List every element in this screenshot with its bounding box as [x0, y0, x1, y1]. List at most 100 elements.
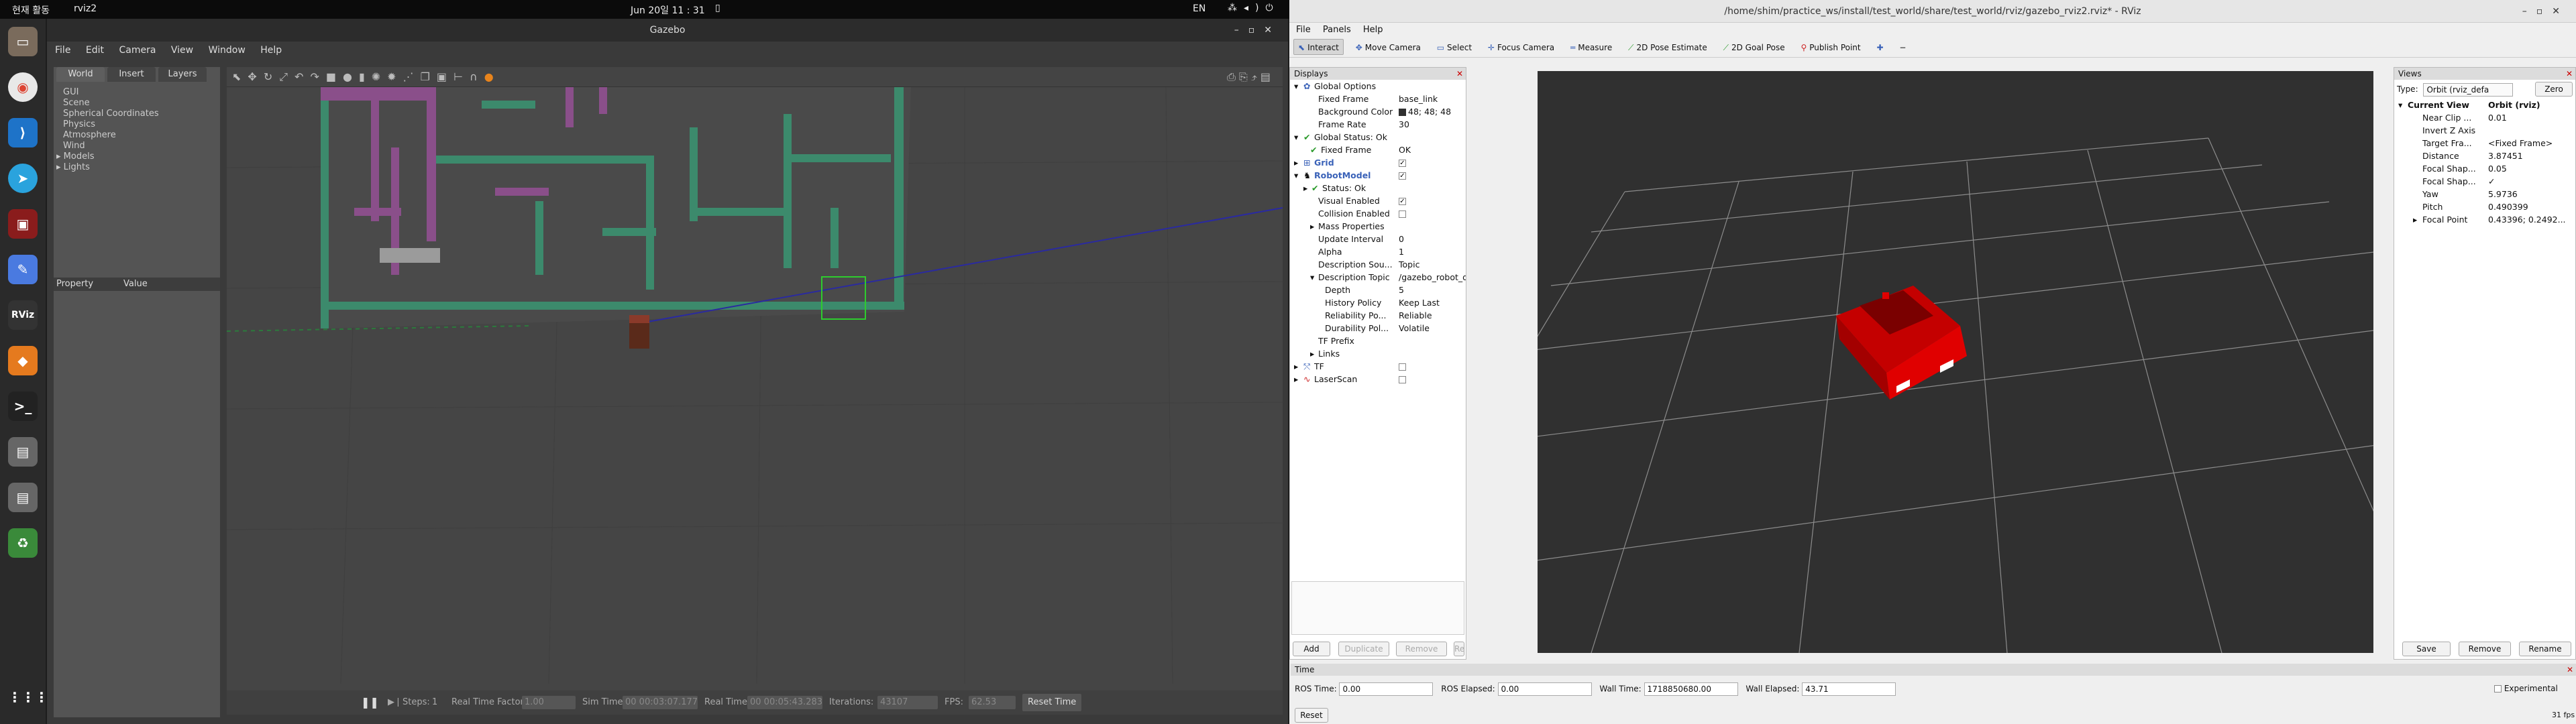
steps-value[interactable]: 1 — [432, 690, 437, 715]
menu-camera[interactable]: Camera — [119, 42, 156, 59]
gazebo-3d-scene[interactable] — [227, 87, 1283, 684]
close-icon[interactable]: ✕ — [1456, 68, 1463, 80]
sphere-shape-icon[interactable]: ● — [343, 67, 352, 87]
display-value[interactable]: Reliable — [1399, 309, 1432, 322]
view-row[interactable]: Invert Z Axis — [2394, 124, 2575, 137]
duplicate-button[interactable]: Duplicate — [1338, 642, 1389, 656]
scale-tool-icon[interactable]: ⤢ — [279, 67, 288, 87]
copy-icon[interactable]: ❐ — [421, 67, 430, 87]
tree-item-scene[interactable]: Scene — [63, 98, 220, 109]
visual-enabled-checkbox[interactable]: ✓ — [1399, 198, 1406, 205]
tf-checkbox[interactable] — [1399, 363, 1406, 371]
view-value[interactable]: 0.05 — [2488, 162, 2507, 175]
tab-world[interactable]: World — [56, 67, 105, 82]
tree-item-wind[interactable]: Wind — [63, 141, 220, 152]
expand-icon[interactable]: ▾ — [1294, 169, 1298, 182]
clock[interactable]: Jun 20일 11 : 31 — [631, 3, 705, 17]
text-editor-icon[interactable]: ✎ — [8, 255, 38, 284]
display-row[interactable]: Alpha 1 — [1290, 245, 1466, 258]
display-row[interactable]: Background Color 48; 48; 48 — [1290, 105, 1466, 118]
view-row[interactable]: Focal Shap... 0.05 — [2394, 162, 2575, 175]
display-row[interactable]: ▸ ∿ LaserScan — [1290, 373, 1466, 385]
experimental-checkbox[interactable] — [2494, 685, 2502, 692]
display-row[interactable]: Durability Pol... Volatile — [1290, 322, 1466, 335]
view-value[interactable]: 3.87451 — [2488, 149, 2523, 162]
interact-tool[interactable]: ⬉ Interact — [1293, 39, 1344, 55]
telegram-icon[interactable]: ➤ — [8, 164, 38, 193]
spotlight-icon[interactable]: ✹ — [387, 67, 396, 87]
view-row[interactable]: Distance 3.87451 — [2394, 149, 2575, 162]
view-value[interactable]: 5.9736 — [2488, 188, 2518, 200]
rename-view-button[interactable]: Rename — [2519, 642, 2571, 656]
screenshot-icons[interactable]: ⎙ ⎘ ⤴ ▤ — [1227, 67, 1271, 87]
expand-icon[interactable]: ▾ — [1310, 271, 1314, 284]
zero-button[interactable]: Zero — [2535, 82, 2573, 97]
vscode-icon[interactable]: ⟩ — [8, 118, 38, 147]
grid-checkbox[interactable]: ✓ — [1399, 160, 1406, 167]
translate-tool-icon[interactable]: ✥ — [248, 67, 256, 87]
select-tool-icon[interactable]: ⬉ — [232, 67, 241, 87]
trash-icon[interactable]: ♻ — [8, 528, 38, 558]
laserscan-checkbox[interactable] — [1399, 376, 1406, 383]
activities-button[interactable]: 현재 활동 — [12, 3, 50, 17]
remove-tool-icon[interactable]: − — [1895, 40, 1910, 56]
display-row[interactable]: ▸ Mass Properties — [1290, 220, 1466, 233]
chrome-icon[interactable]: ◉ — [8, 72, 38, 102]
snap-icon[interactable]: ∩ — [470, 67, 478, 87]
terminal-icon[interactable]: >_ — [8, 391, 38, 421]
disk-icon[interactable]: ▤ — [8, 437, 38, 467]
display-row[interactable]: TF Prefix — [1290, 335, 1466, 347]
box-shape-icon[interactable]: ■ — [326, 67, 336, 87]
splitter-left[interactable] — [1476, 67, 1536, 660]
display-row[interactable]: History Policy Keep Last — [1290, 296, 1466, 309]
tree-item-gui[interactable]: GUI — [63, 87, 220, 98]
view-row[interactable]: Target Fra... <Fixed Frame> — [2394, 137, 2575, 149]
ros-elapsed-field[interactable]: 0.00 — [1497, 682, 1592, 696]
paste-icon[interactable]: ▣ — [437, 67, 447, 87]
publish-point-tool[interactable]: ⚲ Publish Point — [1796, 40, 1864, 56]
show-apps-icon[interactable]: ⋮⋮⋮ — [8, 682, 48, 712]
display-row[interactable]: Fixed Frame base_link — [1290, 93, 1466, 105]
display-row[interactable]: ▸ ⤲ TF — [1290, 360, 1466, 373]
display-value[interactable]: 48; 48; 48 — [1399, 105, 1451, 118]
expand-icon[interactable]: ▸ — [1303, 182, 1307, 194]
view-row[interactable]: Focal Shap... ✓ — [2394, 175, 2575, 188]
display-value[interactable]: 1 — [1399, 245, 1404, 258]
display-value[interactable] — [1399, 207, 1406, 220]
display-value[interactable]: /gazebo_robot_descri... — [1399, 271, 1466, 284]
display-value[interactable]: ✓ — [1399, 169, 1406, 182]
active-app-label[interactable]: rviz2 — [74, 3, 97, 14]
add-tool-icon[interactable]: ✚ — [1872, 40, 1887, 56]
display-value[interactable]: Topic — [1399, 258, 1419, 271]
disk2-icon[interactable]: ▤ — [8, 483, 38, 512]
menu-panels[interactable]: Panels — [1323, 25, 1351, 35]
rviz-3d-viewport[interactable] — [1538, 71, 2373, 653]
expand-icon[interactable]: ▸ — [1294, 373, 1298, 385]
view-value[interactable]: 0.490399 — [2488, 200, 2528, 213]
remove-button[interactable]: Remove — [1396, 642, 1447, 656]
gazebo-icon[interactable]: ◆ — [8, 346, 38, 375]
pointlight-icon[interactable]: ✺ — [372, 67, 380, 87]
pause-icon[interactable]: ❚❚ — [361, 690, 379, 715]
display-row[interactable]: Visual Enabled ✓ — [1290, 194, 1466, 207]
close-icon[interactable]: ✕ — [2567, 664, 2573, 676]
splitter-right[interactable] — [2379, 67, 2392, 660]
system-tray-icons[interactable]: ⁂◂)⏻ — [1228, 3, 1280, 13]
view-row[interactable]: Near Clip ... 0.01 — [2394, 111, 2575, 124]
expand-icon[interactable]: ▸ — [1310, 220, 1314, 233]
tree-item-atmosphere[interactable]: Atmosphere — [63, 130, 220, 141]
expand-icon[interactable]: ▸ — [1294, 156, 1298, 169]
expand-icon[interactable]: ▸ — [1310, 347, 1314, 360]
collision-enabled-checkbox[interactable] — [1399, 210, 1406, 218]
display-value[interactable]: Volatile — [1399, 322, 1430, 335]
gazebo-viewport[interactable]: ⬉ ✥ ↻ ⤢ ↶ ↷ ■ ● ▮ ✺ ✹ ⋰ ❐ ▣ ⊢ ∩ ● ⎙ ⎘ ⤴ ▤ — [227, 67, 1283, 713]
display-row[interactable]: Frame Rate 30 — [1290, 118, 1466, 131]
display-value[interactable]: ✓ — [1399, 156, 1406, 169]
display-value[interactable]: 30 — [1399, 118, 1409, 131]
display-row[interactable]: ▾ Description Topic/gazebo_robot_descri..… — [1290, 271, 1466, 284]
reset-button[interactable]: Reset — [1295, 708, 1328, 723]
display-row[interactable]: Description Sou... Topic — [1290, 258, 1466, 271]
display-value[interactable]: 5 — [1399, 284, 1404, 296]
display-value[interactable] — [1399, 360, 1406, 373]
menu-view[interactable]: View — [171, 42, 193, 59]
